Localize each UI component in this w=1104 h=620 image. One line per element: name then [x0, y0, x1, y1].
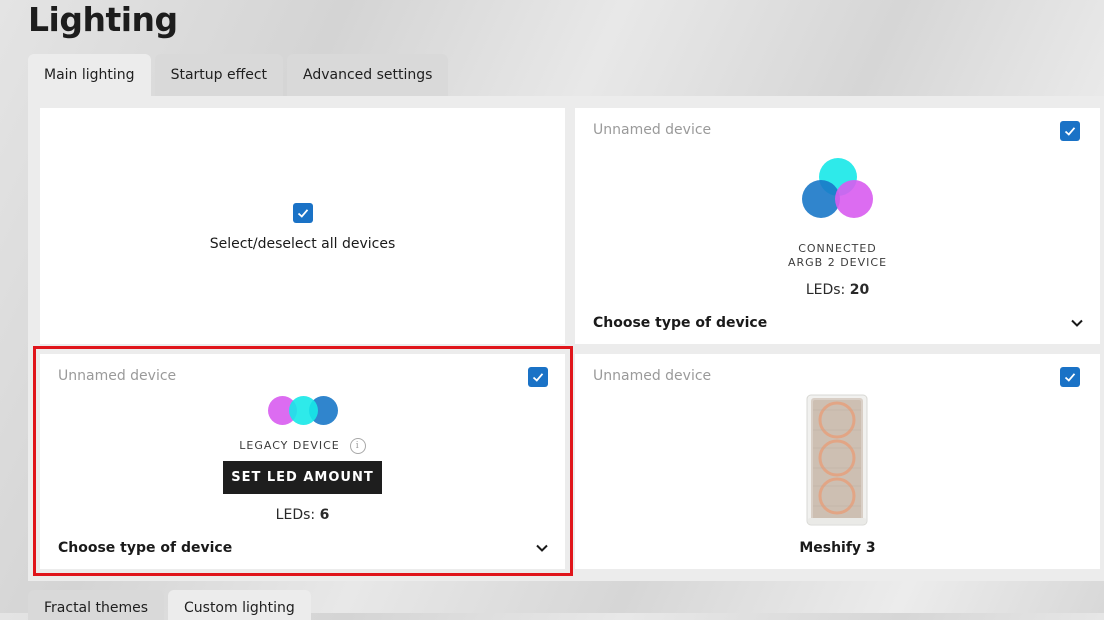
- device-name: Unnamed device: [593, 122, 712, 138]
- choose-device-type-label: Choose type of device: [593, 315, 768, 331]
- device-card-argb[interactable]: Unnamed device CONNECTED ARGB 2 DEVICE L…: [575, 108, 1100, 344]
- chevron-down-icon: [1070, 316, 1084, 330]
- info-icon[interactable]: i: [349, 438, 366, 454]
- device-panel: Select/deselect all devices Unnamed devi…: [28, 96, 1104, 581]
- device-type-label: LEGACY DEVICE i: [40, 438, 565, 454]
- device-name: Unnamed device: [593, 368, 712, 384]
- device-type-line-1: LEGACY DEVICE: [239, 439, 340, 452]
- device-name: Unnamed device: [58, 368, 177, 384]
- product-name: Meshify 3: [799, 540, 876, 556]
- tab-custom-lighting[interactable]: Custom lighting: [168, 590, 311, 620]
- device-checkbox[interactable]: [1060, 121, 1080, 141]
- choose-device-type-dropdown[interactable]: Choose type of device: [593, 312, 1084, 334]
- select-all-card: Select/deselect all devices: [40, 108, 565, 344]
- tab-advanced-settings[interactable]: Advanced settings: [287, 54, 449, 96]
- checkmark-icon: [1064, 373, 1076, 382]
- device-type-line-2: ARGB 2 DEVICE: [787, 256, 888, 269]
- checkmark-icon: [532, 373, 544, 382]
- legacy-circles-icon: [268, 396, 340, 426]
- page-title: Lighting: [28, 0, 178, 39]
- tab-fractal-themes[interactable]: Fractal themes: [28, 590, 164, 620]
- led-count: LEDs: 6: [40, 507, 565, 523]
- checkmark-icon: [1064, 127, 1076, 136]
- tab-startup-effect[interactable]: Startup effect: [154, 54, 284, 96]
- device-type-label: CONNECTED ARGB 2 DEVICE: [575, 242, 1100, 270]
- argb-circles-icon: [802, 158, 876, 222]
- select-all-label: Select/deselect all devices: [209, 236, 396, 252]
- select-all-checkbox[interactable]: [293, 203, 313, 223]
- choose-device-type-label: Choose type of device: [58, 540, 233, 556]
- device-checkbox[interactable]: [1060, 367, 1080, 387]
- bottom-tab-bar: Fractal themes Custom lighting: [28, 590, 311, 620]
- device-type-line-1: CONNECTED: [798, 242, 877, 255]
- led-count-value: 6: [319, 507, 330, 523]
- led-count: LEDs: 20: [575, 282, 1100, 298]
- tab-main-lighting[interactable]: Main lighting: [28, 54, 151, 96]
- tab-bar: Main lighting Startup effect Advanced se…: [28, 54, 449, 96]
- choose-device-type-dropdown[interactable]: Choose type of device: [58, 537, 549, 559]
- set-led-amount-button[interactable]: SET LED AMOUNT: [223, 461, 382, 494]
- device-checkbox[interactable]: [528, 367, 548, 387]
- led-count-label: LEDs:: [805, 282, 846, 298]
- checkmark-icon: [297, 209, 309, 218]
- led-count-label: LEDs:: [275, 507, 316, 523]
- device-card-meshify[interactable]: Unnamed device Meshify 3: [575, 354, 1100, 569]
- led-count-value: 20: [849, 282, 870, 298]
- chevron-down-icon: [535, 541, 549, 555]
- device-card-legacy[interactable]: Unnamed device LEGACY DEVICE i SET LED AM…: [40, 354, 565, 569]
- pc-case-image: [806, 394, 868, 526]
